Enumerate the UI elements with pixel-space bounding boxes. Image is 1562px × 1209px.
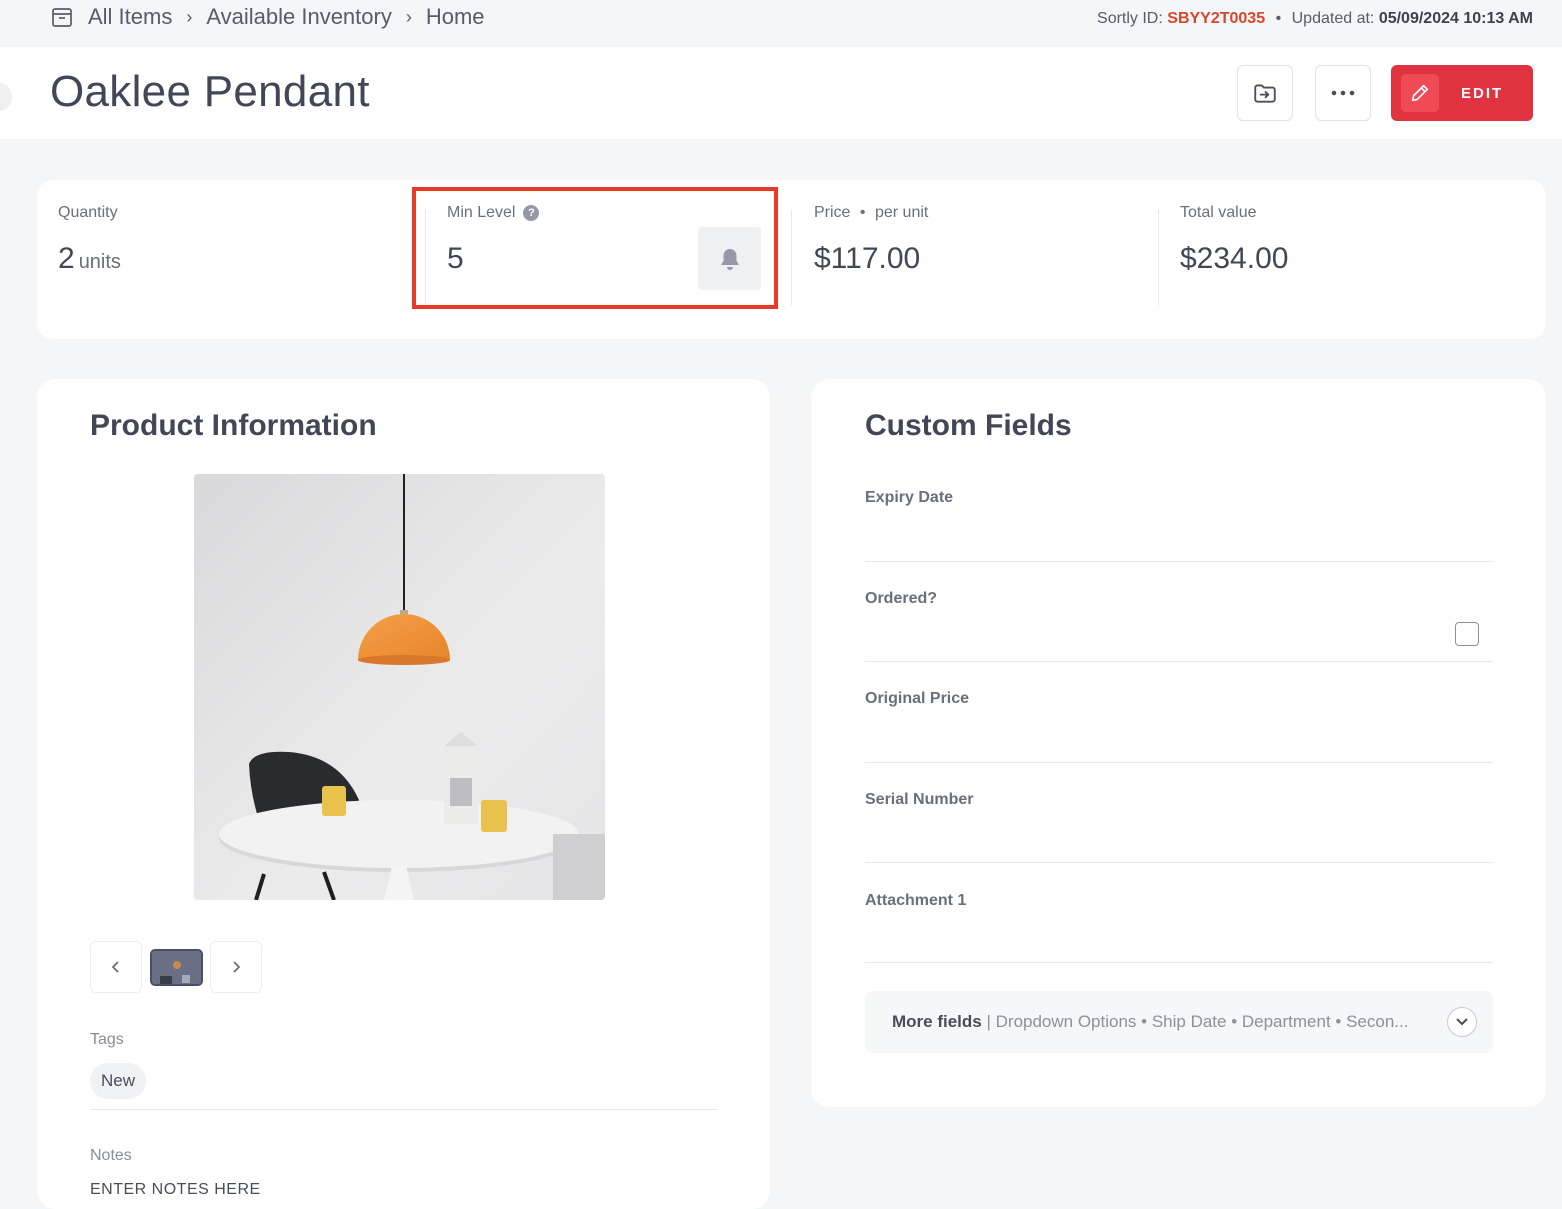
- custom-fields-title: Custom Fields: [865, 409, 1072, 442]
- total-value-label: Total value: [1180, 204, 1257, 221]
- price-label-separator: •: [859, 204, 866, 221]
- thumbnail-image: [152, 951, 201, 984]
- chevron-right-icon: ›: [186, 6, 193, 27]
- tags-label: Tags: [90, 1031, 124, 1048]
- price-label-suffix: per unit: [874, 204, 929, 221]
- divider: [865, 762, 1493, 763]
- ordered-checkbox[interactable]: [1455, 622, 1479, 646]
- pencil-icon: [1401, 74, 1439, 112]
- more-fields-list: Dropdown Options • Ship Date • Departmen…: [995, 1012, 1409, 1031]
- total-value-amount: $234.00: [1180, 242, 1289, 275]
- move-button[interactable]: [1237, 65, 1293, 121]
- min-level-highlight-box: [412, 187, 778, 309]
- expiry-date-label: Expiry Date: [865, 489, 954, 506]
- move-folder-icon: [1254, 84, 1276, 103]
- top-bar: All Items › Available Inventory › Home S…: [0, 0, 1562, 47]
- updated-label: Updated at:: [1291, 10, 1375, 27]
- stats-card: Quantity 2 units Min Level? 5 Price • per…: [37, 180, 1546, 339]
- pendant-lamp-image: [194, 474, 605, 900]
- prev-image-button[interactable]: [90, 941, 142, 993]
- chevron-right-icon: ›: [405, 6, 412, 27]
- more-dots-icon: [1331, 90, 1355, 96]
- divider: [865, 561, 1493, 562]
- chevron-left-icon: [111, 961, 119, 973]
- price-value: $117.00: [814, 242, 921, 275]
- ordered-label: Ordered?: [865, 590, 938, 607]
- page-title: Oaklee Pendant: [50, 67, 370, 116]
- breadcrumb-available-inventory[interactable]: Available Inventory: [206, 4, 392, 30]
- divider: [865, 661, 1493, 662]
- more-fields-summary: More fields | Dropdown Options • Ship Da…: [892, 1012, 1447, 1032]
- divider: [1158, 210, 1159, 305]
- updated-value: 05/09/2024 10:13 AM: [1378, 10, 1533, 27]
- more-fields-separator: |: [986, 1012, 996, 1031]
- more-actions-button[interactable]: [1315, 65, 1371, 121]
- quantity-label: Quantity: [58, 204, 118, 221]
- product-information-title: Product Information: [90, 409, 377, 442]
- serial-number-label: Serial Number: [865, 791, 974, 808]
- chevron-right-icon: [233, 961, 241, 973]
- meta-separator: •: [1275, 10, 1282, 27]
- chevron-down-icon[interactable]: [1447, 1007, 1477, 1037]
- tag-chip[interactable]: New: [90, 1063, 147, 1099]
- price-label: Price • per unit: [814, 204, 928, 222]
- more-fields-toggle[interactable]: More fields | Dropdown Options • Ship Da…: [865, 991, 1493, 1053]
- price-label-text: Price: [814, 204, 851, 221]
- quantity-unit: units: [78, 251, 121, 273]
- quantity-number: 2: [58, 242, 75, 275]
- quantity-value: 2 units: [58, 242, 121, 276]
- sidebar-toggle-handle[interactable]: [0, 83, 12, 111]
- edit-button[interactable]: EDIT: [1391, 65, 1533, 121]
- edit-button-label: EDIT: [1461, 84, 1504, 102]
- title-bar: Oaklee Pendant EDIT: [0, 47, 1562, 139]
- divider: [791, 210, 792, 305]
- breadcrumb: All Items › Available Inventory › Home: [88, 4, 485, 30]
- notes-value[interactable]: ENTER NOTES HERE: [90, 1181, 261, 1199]
- custom-fields-card: Custom Fields Expiry Date Ordered? Origi…: [811, 379, 1546, 1107]
- image-thumbnail[interactable]: [150, 949, 203, 986]
- attachment-label: Attachment 1: [865, 892, 967, 909]
- next-image-button[interactable]: [210, 941, 262, 993]
- sortly-id-value: SBYY2T0035: [1167, 10, 1266, 27]
- breadcrumb-home[interactable]: Home: [426, 4, 485, 30]
- more-fields-label: More fields: [892, 1012, 982, 1031]
- inventory-box-icon: [52, 8, 72, 27]
- sortly-id-label: Sortly ID:: [1097, 10, 1163, 27]
- breadcrumb-all-items[interactable]: All Items: [88, 4, 172, 30]
- item-meta: Sortly ID: SBYY2T0035 • Updated at: 05/0…: [1097, 10, 1533, 28]
- product-information-card: Product Information Tags New Notes ENTER…: [37, 379, 770, 1209]
- divider: [865, 962, 1493, 963]
- notes-label: Notes: [90, 1147, 132, 1164]
- divider: [90, 1109, 718, 1110]
- divider: [865, 862, 1493, 863]
- product-photo[interactable]: [194, 474, 605, 900]
- original-price-label: Original Price: [865, 690, 970, 707]
